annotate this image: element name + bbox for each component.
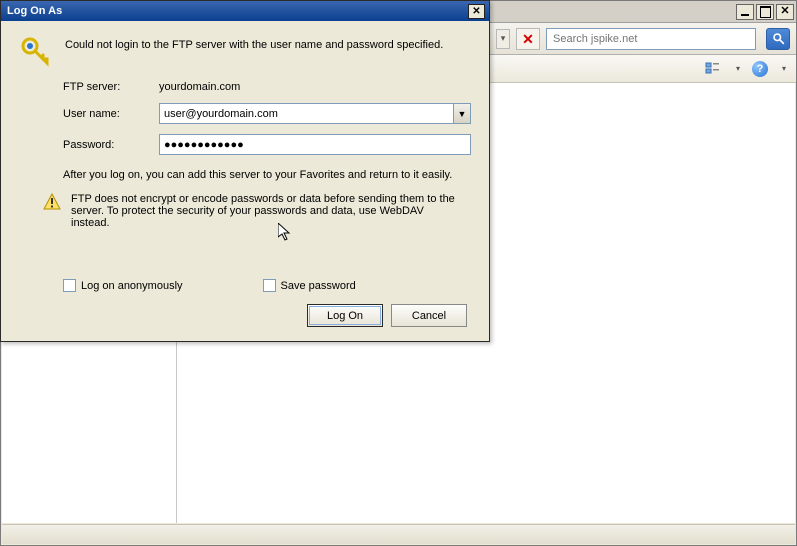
password-input[interactable]	[159, 134, 471, 155]
search-box[interactable]	[546, 28, 756, 50]
maximize-button[interactable]	[756, 4, 774, 20]
status-bar	[2, 524, 795, 544]
save-password-label: Save password	[281, 280, 356, 292]
logon-dialog: Log On As ✕ Could not login to the FTP s…	[0, 0, 490, 342]
error-message: Could not login to the FTP server with t…	[65, 35, 443, 51]
cancel-button[interactable]: Cancel	[391, 304, 467, 327]
key-icon	[19, 35, 51, 67]
info-text: After you log on, you can add this serve…	[63, 169, 471, 181]
warning-text: FTP does not encrypt or encode passwords…	[71, 193, 461, 229]
refresh-stop-button[interactable]: ✕	[516, 28, 540, 50]
warning-icon	[43, 193, 61, 211]
anon-checkbox[interactable]: Log on anonymously	[63, 279, 183, 292]
help-dropdown[interactable]: ▾	[782, 64, 786, 73]
dialog-close-button[interactable]: ✕	[468, 4, 485, 19]
checkbox-icon	[63, 279, 76, 292]
dialog-titlebar[interactable]: Log On As ✕	[1, 1, 489, 21]
window-close-button[interactable]: ✕	[776, 4, 794, 20]
views-button[interactable]	[704, 60, 722, 78]
help-button[interactable]: ?	[752, 61, 768, 77]
ftp-server-label: FTP server:	[63, 81, 159, 93]
username-input[interactable]	[159, 103, 453, 124]
search-icon	[772, 32, 785, 45]
logon-button-label: Log On	[327, 310, 363, 322]
password-label: Password:	[63, 139, 159, 151]
anon-label: Log on anonymously	[81, 280, 183, 292]
save-password-checkbox[interactable]: Save password	[263, 279, 356, 292]
dialog-title: Log On As	[5, 5, 468, 17]
search-go-button[interactable]	[766, 28, 790, 50]
cancel-button-label: Cancel	[412, 310, 446, 322]
address-dropdown[interactable]	[496, 29, 510, 49]
minimize-button[interactable]	[736, 4, 754, 20]
username-combo[interactable]: ▼	[159, 103, 471, 124]
checkbox-icon	[263, 279, 276, 292]
ftp-server-value: yourdomain.com	[159, 81, 471, 93]
search-input[interactable]	[551, 32, 751, 46]
stop-icon: ✕	[522, 32, 534, 46]
views-icon	[705, 61, 721, 77]
views-dropdown[interactable]: ▾	[736, 64, 740, 73]
logon-button[interactable]: Log On	[307, 304, 383, 327]
username-dropdown-button[interactable]: ▼	[453, 103, 471, 124]
username-label: User name:	[63, 108, 159, 120]
help-icon: ?	[757, 63, 764, 75]
